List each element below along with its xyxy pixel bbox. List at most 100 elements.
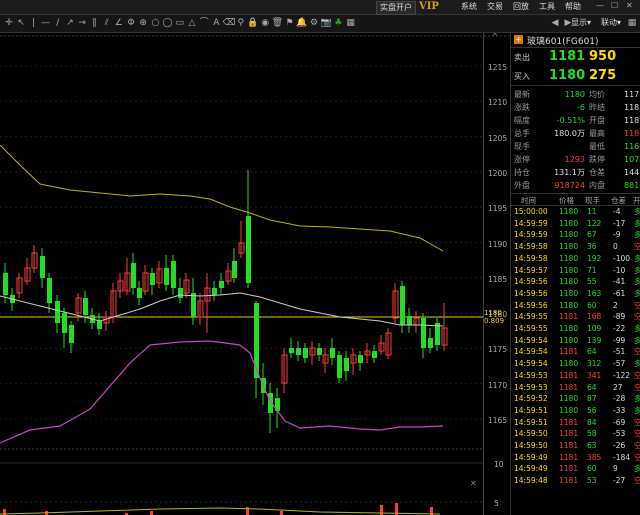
- tick-row[interactable]: 14:59:58 1180 192 -100 多: [511, 253, 640, 265]
- tick-oi-change: 2: [613, 300, 618, 310]
- candle-body: [407, 316, 412, 325]
- menu-trade[interactable]: 交易: [487, 1, 503, 12]
- flag-icon[interactable]: ⚑: [284, 17, 296, 29]
- trash-icon[interactable]: 🗑: [271, 17, 283, 29]
- cursor-icon[interactable]: ↖: [15, 17, 27, 29]
- minimize-icon[interactable]: —: [596, 1, 604, 10]
- menu-replay[interactable]: 回放: [513, 1, 529, 12]
- open-account-button[interactable]: 实盘开户: [376, 1, 416, 15]
- tick-row[interactable]: 14:59:49 1181 385 -184 空: [511, 452, 640, 464]
- arrow-icon[interactable]: →: [76, 17, 88, 29]
- eye-icon[interactable]: ◉: [259, 17, 271, 29]
- text-icon[interactable]: A: [210, 17, 222, 29]
- channel-icon[interactable]: ⫽: [101, 17, 113, 29]
- lock-icon[interactable]: 🔒: [247, 17, 259, 29]
- tick-row[interactable]: 14:59:56 1180 60 2 空: [511, 300, 640, 312]
- tick-volume: 67: [587, 230, 597, 240]
- gann-icon[interactable]: ⊕: [137, 17, 149, 29]
- close-icon[interactable]: ✕: [626, 1, 633, 10]
- tick-volume: 87: [587, 394, 597, 404]
- arc-icon[interactable]: ⌒: [198, 17, 210, 29]
- title-bar: 实盘开户 VIP 系统 交易 回放 工具 帮助 — ☐ ✕: [0, 0, 640, 15]
- menu-system[interactable]: 系统: [461, 1, 477, 12]
- stats-row: 持仓 131.1万仓差 1442: [511, 167, 640, 178]
- ellipse-icon[interactable]: ◯: [162, 17, 174, 29]
- tick-row[interactable]: 14:59:53 1181 64 27 空: [511, 382, 640, 394]
- candle-body: [178, 288, 183, 298]
- prev-icon[interactable]: ◀: [549, 17, 561, 29]
- instrument-title: 玻璃601(FG601): [527, 37, 599, 47]
- tick-row[interactable]: 14:59:54 1180 312 -57 多: [511, 358, 640, 370]
- link-dropdown[interactable]: 联动▾: [600, 17, 622, 29]
- triangle-icon[interactable]: △: [186, 17, 198, 29]
- candle-body: [337, 355, 342, 378]
- tick-row[interactable]: 14:59:57 1180 71 -10 多: [511, 265, 640, 277]
- candle-body: [254, 303, 259, 378]
- magnet-icon[interactable]: ⚲: [235, 17, 247, 29]
- stat-label: 均价: [589, 90, 605, 99]
- price-tick-label: 1185: [488, 274, 508, 284]
- stat-label: 涨跌: [514, 103, 530, 112]
- settings-icon[interactable]: ⚙: [308, 17, 320, 29]
- tick-row[interactable]: 14:59:52 1180 87 -28 多: [511, 393, 640, 405]
- angle-icon[interactable]: ∠: [113, 17, 125, 29]
- tick-volume: 55: [587, 277, 597, 287]
- stats-row: 现手 最低 116: [511, 141, 640, 152]
- horizontal-line-icon[interactable]: —: [40, 17, 52, 29]
- sell-volume: 950: [589, 49, 617, 64]
- vertical-line-icon[interactable]: |: [27, 17, 39, 29]
- current-price-tag: 1180: [484, 309, 502, 317]
- crosshair-icon[interactable]: ✛: [3, 17, 15, 29]
- tick-row[interactable]: 14:59:54 1181 64 -51 空: [511, 346, 640, 358]
- add-icon[interactable]: +: [514, 35, 523, 44]
- stat-value: 1442: [624, 168, 640, 177]
- tick-row[interactable]: 14:59:50 1181 58 -53 空: [511, 428, 640, 440]
- tick-row[interactable]: 14:59:59 1180 67 -9 多: [511, 229, 640, 241]
- tick-row[interactable]: 14:59:51 1180 56 -33 多: [511, 405, 640, 417]
- tick-row[interactable]: 14:59:53 1181 341 -122 空: [511, 370, 640, 382]
- tree-icon[interactable]: ♣: [332, 17, 344, 29]
- segment-icon[interactable]: /: [52, 17, 64, 29]
- candlestick-chart[interactable]: ✕✕: [0, 33, 509, 515]
- tick-oi-change: -57: [613, 359, 626, 369]
- menu-help[interactable]: 帮助: [565, 1, 581, 12]
- display-dropdown[interactable]: 显示▾: [570, 17, 592, 29]
- tick-row[interactable]: 14:59:59 1180 122 -17 多: [511, 218, 640, 230]
- tick-row[interactable]: 14:59:48 1181 53 -27 空: [511, 475, 640, 487]
- sub-chart-bar: [150, 511, 153, 515]
- buy-price: 1180: [549, 68, 586, 83]
- ray-icon[interactable]: ↗: [64, 17, 76, 29]
- tick-row[interactable]: 15:00:00 1180 11 -4 多: [511, 206, 640, 218]
- tick-row[interactable]: 14:59:51 1181 84 -69 空: [511, 417, 640, 429]
- parallel-icon[interactable]: ∥: [88, 17, 100, 29]
- stat-label: 持仓: [514, 168, 530, 177]
- menu-tools[interactable]: 工具: [539, 1, 555, 12]
- rectangle-icon[interactable]: ▭: [174, 17, 186, 29]
- tick-volume: 64: [587, 382, 597, 392]
- tick-time: 14:59:55: [514, 312, 548, 322]
- eraser-icon[interactable]: ⌫: [223, 17, 236, 29]
- tick-row[interactable]: 14:59:50 1181 63 -26 空: [511, 440, 640, 452]
- tick-row[interactable]: 14:59:58 1180 36 0 空: [511, 241, 640, 253]
- tick-row[interactable]: 14:59:54 1180 139 -99 多: [511, 335, 640, 347]
- vip-badge[interactable]: VIP: [416, 1, 442, 13]
- tick-row[interactable]: 14:59:55 1181 168 -89 空: [511, 311, 640, 323]
- camera-icon[interactable]: 📷: [320, 17, 332, 29]
- tick-list[interactable]: 15:00:00 1180 11 -4 多 14:59:59 1180 122 -17 多 14:5…: [511, 206, 640, 515]
- bell-icon[interactable]: 🔔: [296, 17, 308, 29]
- grid-icon[interactable]: ▦: [345, 17, 357, 29]
- tick-row[interactable]: 14:59:56 1180 163 -61 多: [511, 288, 640, 300]
- stat-label: 内盘: [589, 181, 605, 190]
- tick-row[interactable]: 14:59:49 1181 60 9 多: [511, 463, 640, 475]
- candle-body: [171, 261, 176, 288]
- tick-row[interactable]: 14:59:56 1180 55 -41 多: [511, 276, 640, 288]
- stat-value: 118: [624, 129, 640, 138]
- maximize-icon[interactable]: ☐: [611, 1, 618, 10]
- candle-body: [212, 288, 217, 295]
- circle-icon[interactable]: ○: [149, 17, 161, 29]
- tick-price: 1181: [559, 370, 579, 380]
- tick-row[interactable]: 14:59:55 1180 109 -22 多: [511, 323, 640, 335]
- candle-body: [428, 338, 433, 348]
- fibonacci-icon[interactable]: Φ: [125, 17, 137, 29]
- grid-view-icon[interactable]: ▦: [627, 17, 637, 29]
